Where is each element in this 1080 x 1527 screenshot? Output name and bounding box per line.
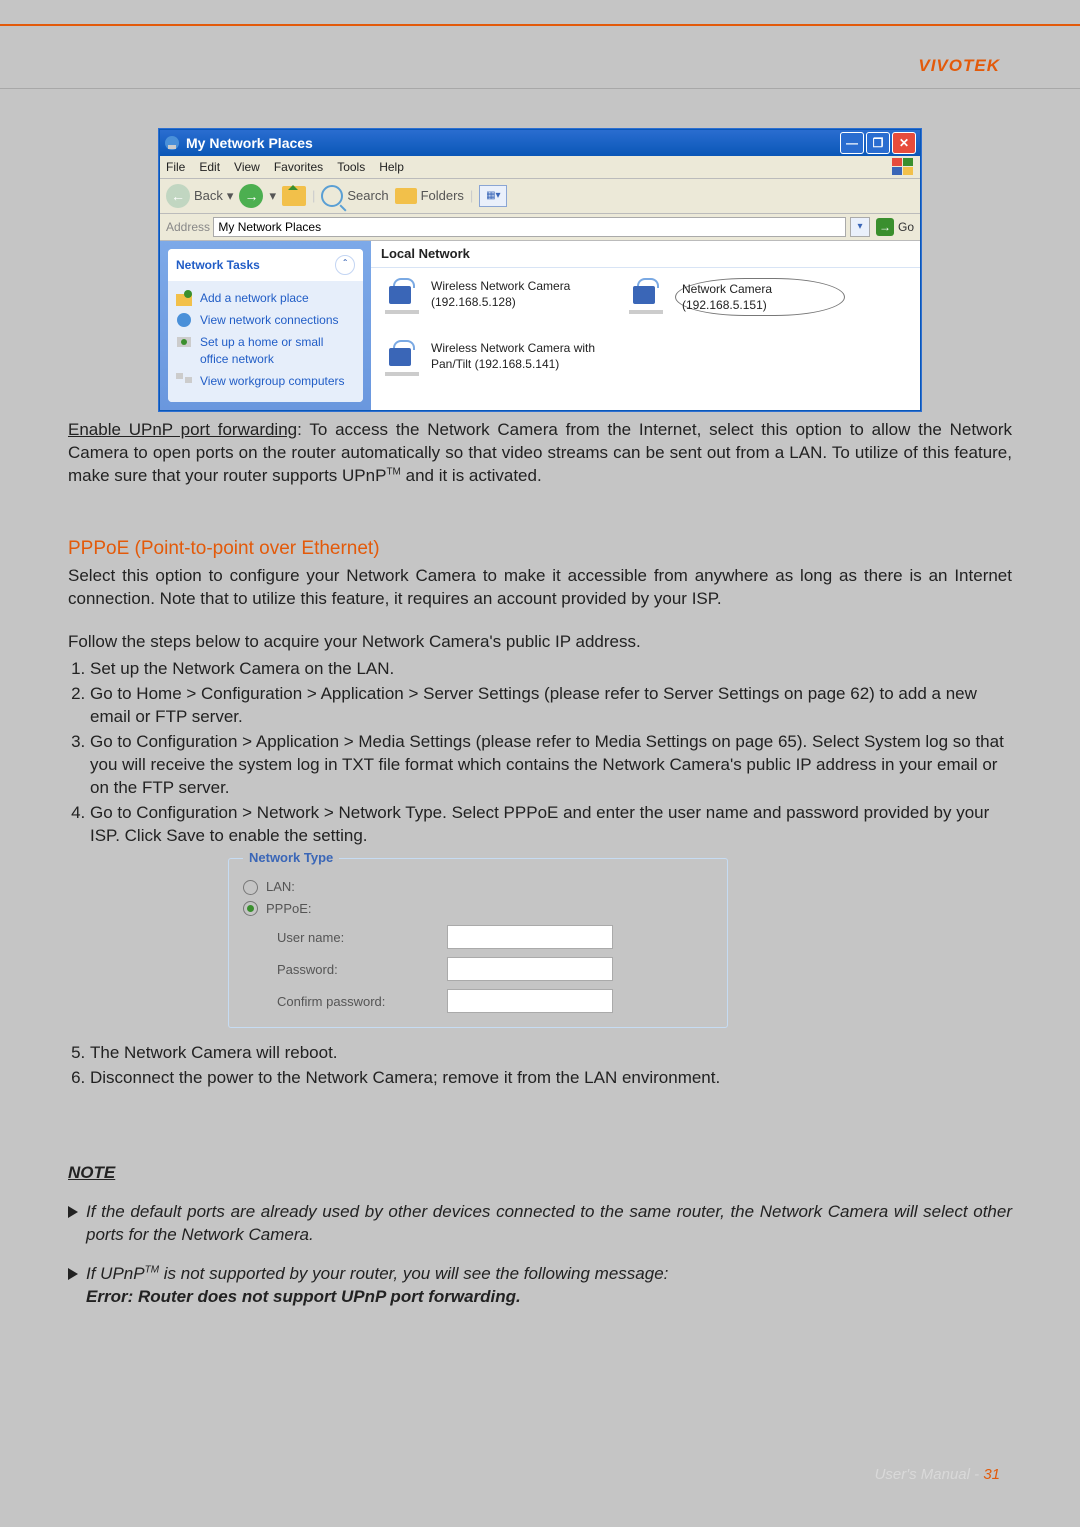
forward-button[interactable]: →	[239, 184, 263, 208]
setup-network-icon	[176, 334, 192, 350]
menu-bar: File Edit View Favorites Tools Help	[160, 156, 920, 179]
sidebar-item-add-place[interactable]: Add a network place	[176, 287, 355, 309]
network-places-icon	[164, 135, 180, 151]
steps-intro: Follow the steps below to acquire your N…	[68, 631, 1012, 654]
page-footer: User's Manual - 31	[875, 1466, 1000, 1483]
step-item: Go to Configuration > Network > Network …	[90, 802, 1012, 848]
confirm-password-input[interactable]	[447, 989, 613, 1013]
search-button[interactable]: Search	[321, 185, 388, 207]
menu-edit[interactable]: Edit	[199, 159, 220, 175]
page-header: VIVOTEK	[0, 24, 1080, 89]
device-item[interactable]: Wireless Network Camera with Pan/Tilt (1…	[381, 340, 601, 376]
fieldset-legend: Network Type	[243, 849, 339, 867]
password-input[interactable]	[447, 957, 613, 981]
username-label: User name:	[277, 929, 447, 947]
menu-favorites[interactable]: Favorites	[274, 159, 323, 175]
window-close-button[interactable]: ✕	[892, 132, 916, 154]
search-icon	[321, 185, 343, 207]
note-item: If UPnPTM is not supported by your route…	[68, 1263, 1012, 1309]
sidebar-item-setup-network[interactable]: Set up a home or small office network	[176, 331, 355, 369]
note-item: If the default ports are already used by…	[68, 1201, 1012, 1247]
step-item: Go to Configuration > Application > Medi…	[90, 731, 1012, 800]
camera-icon	[381, 340, 423, 376]
windows-flag-icon	[892, 158, 914, 176]
page-number: 31	[983, 1466, 1000, 1483]
workgroup-icon	[176, 373, 192, 389]
collapse-icon[interactable]: ˆ	[335, 255, 355, 275]
password-label: Password:	[277, 961, 447, 979]
camera-icon	[625, 278, 667, 314]
explorer-main: Local Network Wireless Network Camera (1…	[371, 241, 920, 410]
sidebar-header: Network Tasks ˆ	[168, 249, 363, 281]
step-item: Go to Home > Configuration > Application…	[90, 683, 1012, 729]
step-item: The Network Camera will reboot.	[90, 1042, 1012, 1065]
toolbar: ←Back ▾ → ▾ | Search Folders | ▦▾	[160, 179, 920, 214]
brand-label: VIVOTEK	[918, 56, 1000, 76]
steps-list-tail: The Network Camera will reboot. Disconne…	[68, 1042, 1012, 1090]
go-arrow-icon: →	[876, 218, 894, 236]
pppoe-intro: Select this option to configure your Net…	[68, 565, 1012, 611]
folders-button[interactable]: Folders	[395, 187, 464, 205]
steps-list: Set up the Network Camera on the LAN. Go…	[68, 658, 1012, 848]
menu-help[interactable]: Help	[379, 159, 404, 175]
device-item[interactable]: Network Camera (192.168.5.151)	[625, 278, 845, 316]
note-error-text: Error: Router does not support UPnP port…	[86, 1287, 521, 1306]
sidebar-item-view-workgroup[interactable]: View workgroup computers	[176, 370, 355, 392]
group-header: Local Network	[371, 241, 920, 268]
up-button[interactable]	[282, 186, 306, 206]
upnp-paragraph: Enable UPnP port forwarding: To access t…	[68, 419, 1012, 488]
step-item: Set up the Network Camera on the LAN.	[90, 658, 1012, 681]
address-label: Address	[166, 219, 210, 235]
window-title: My Network Places	[186, 134, 313, 153]
add-place-icon	[176, 290, 192, 306]
triangle-bullet-icon	[68, 1206, 78, 1218]
sidebar-item-view-connections[interactable]: View network connections	[176, 309, 355, 331]
network-type-fieldset: Network Type LAN: PPPoE: User name: Pass…	[228, 858, 728, 1029]
menu-file[interactable]: File	[166, 159, 185, 175]
step-item: Disconnect the power to the Network Came…	[90, 1067, 1012, 1090]
menu-tools[interactable]: Tools	[337, 159, 365, 175]
address-bar: Address ▾ →Go	[160, 214, 920, 241]
confirm-password-label: Confirm password:	[277, 993, 447, 1011]
note-header: NOTE	[68, 1162, 1012, 1185]
radio-lan[interactable]: LAN:	[243, 878, 713, 896]
window-minimize-button[interactable]: —	[840, 132, 864, 154]
explorer-window: My Network Places — ❐ ✕ File Edit View F…	[159, 129, 921, 411]
device-item[interactable]: Wireless Network Camera (192.168.5.128)	[381, 278, 601, 316]
connections-icon	[176, 312, 192, 328]
view-selector[interactable]: ▦▾	[479, 185, 507, 207]
window-titlebar: My Network Places — ❐ ✕	[160, 130, 920, 156]
pppoe-heading: PPPoE (Point-to-point over Ethernet)	[68, 536, 1012, 562]
radio-pppoe[interactable]: PPPoE:	[243, 900, 713, 918]
address-dropdown[interactable]: ▾	[850, 217, 870, 237]
folder-icon	[395, 188, 417, 204]
back-button[interactable]: ←Back ▾	[166, 184, 233, 208]
address-input[interactable]	[213, 217, 846, 237]
go-button[interactable]: →Go	[876, 218, 914, 236]
menu-view[interactable]: View	[234, 159, 260, 175]
triangle-bullet-icon	[68, 1268, 78, 1280]
window-maximize-button[interactable]: ❐	[866, 132, 890, 154]
username-input[interactable]	[447, 925, 613, 949]
tasks-sidebar: Network Tasks ˆ Add a network place View…	[160, 241, 371, 410]
camera-icon	[381, 278, 423, 314]
